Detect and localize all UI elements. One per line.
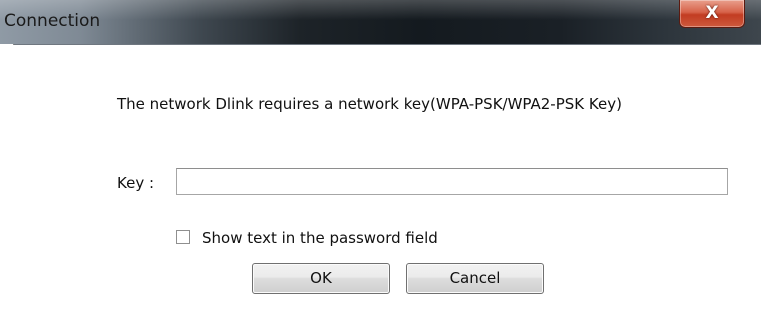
cancel-button[interactable]: Cancel — [406, 263, 544, 294]
close-icon: X — [705, 3, 719, 23]
key-input[interactable] — [176, 168, 728, 195]
close-button[interactable]: X — [679, 0, 745, 28]
title-bar[interactable]: Connection X — [0, 0, 761, 45]
key-label: Key : — [117, 174, 155, 192]
window-frame-left — [0, 44, 14, 312]
ok-button[interactable]: OK — [252, 263, 390, 294]
network-key-message: The network Dlink requires a network key… — [117, 95, 622, 113]
window-title: Connection — [4, 11, 101, 31]
show-password-label[interactable]: Show text in the password field — [202, 229, 438, 247]
connection-dialog: Connection X The network Dlink requires … — [0, 0, 761, 312]
show-password-checkbox[interactable] — [176, 230, 190, 244]
